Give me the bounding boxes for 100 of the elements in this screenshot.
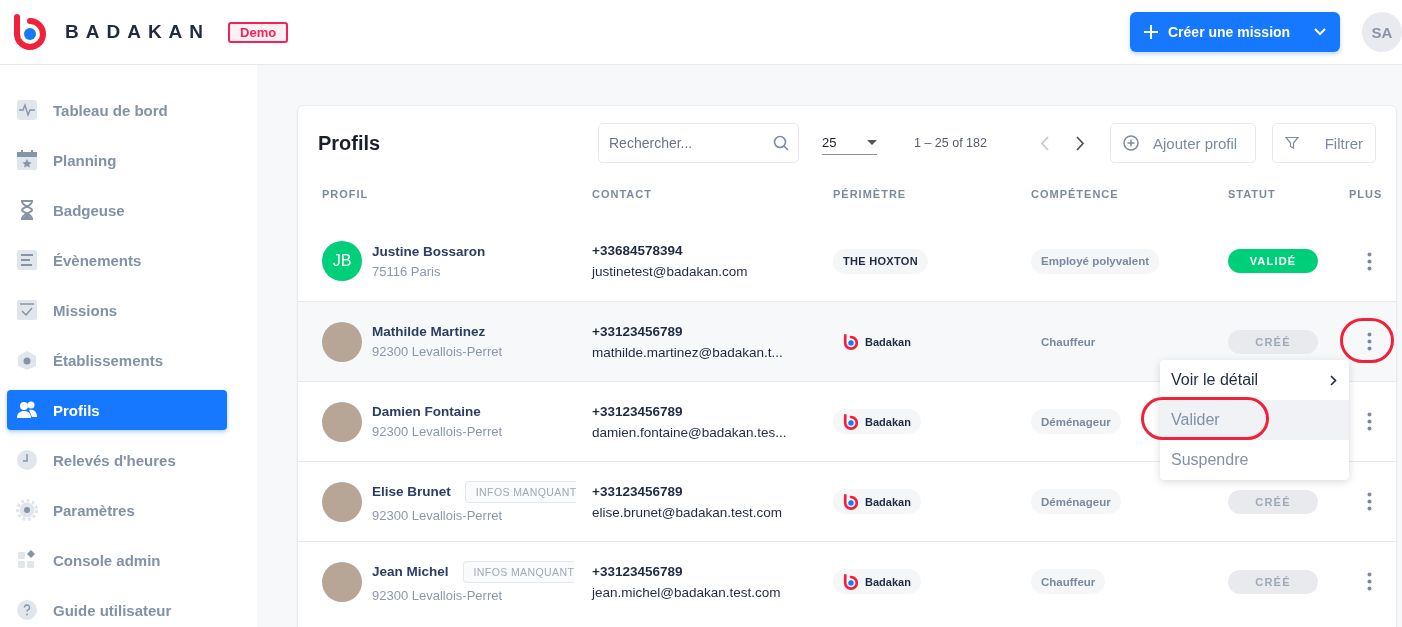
- avatar-initials: JB: [322, 241, 362, 281]
- skill-label: Employé polyvalent: [1031, 248, 1159, 274]
- column-header: PROFIL: [322, 188, 370, 200]
- profile-location: 92300 Levallois-Perret: [372, 587, 504, 603]
- list-icon: [16, 249, 38, 271]
- more-vertical-icon: [1367, 572, 1372, 591]
- column-header: STATUT: [1228, 188, 1277, 200]
- chevron-right-icon: [1075, 135, 1085, 151]
- column-header: CONTACT: [592, 188, 653, 200]
- pagination-range: 1 – 25 of 182: [914, 136, 988, 150]
- plus-icon: [1144, 25, 1158, 39]
- phone-number: +33684578394: [592, 243, 684, 258]
- column-header: COMPÉTENCE: [1031, 188, 1120, 200]
- user-avatar[interactable]: SA: [1362, 12, 1402, 52]
- create-mission-button[interactable]: Créer une mission: [1130, 12, 1340, 52]
- sidebar-item[interactable]: Guide utilisateur: [7, 590, 227, 627]
- sidebar-item[interactable]: Planning: [7, 140, 227, 180]
- more-vertical-icon: [1367, 332, 1372, 351]
- logo-icon: [843, 333, 859, 350]
- perimeter-label: Badakan: [865, 495, 911, 508]
- perimeter-label: THE HOXTON: [833, 248, 928, 274]
- sidebar-item[interactable]: Paramètres: [7, 490, 227, 530]
- profile-name: Damien Fontaine: [372, 404, 481, 419]
- table-row[interactable]: JB Justine Bossaron 75116 Paris +33684578394 justinetest@badakan.com THE HOXTON Employé polyvalent VALIDÉ: [298, 221, 1396, 301]
- page-title: Profils: [318, 131, 382, 155]
- search-field[interactable]: Rechercher...: [598, 123, 799, 163]
- perimeter-label: Badakan: [865, 575, 911, 588]
- hexagon-icon: [16, 349, 38, 371]
- profile-name: Mathilde Martinez: [372, 324, 486, 339]
- sidebar-item[interactable]: Missions: [7, 290, 227, 330]
- skill-label: Déménageur: [1031, 409, 1121, 434]
- gear-icon: [16, 499, 38, 521]
- more-vertical-icon: [1367, 492, 1372, 511]
- email-address: damien.fontaine@badakan.tes...: [592, 424, 788, 440]
- email-address: jean.michel@badakan.test.com: [592, 584, 782, 600]
- status-badge: CRÉÉ: [1228, 569, 1318, 594]
- phone-number: +33123456789: [592, 323, 684, 339]
- add-profile-button[interactable]: Ajouter profil: [1110, 123, 1256, 163]
- page-size-select[interactable]: 25: [822, 131, 877, 155]
- column-header: PÉRIMÈTRE: [833, 188, 908, 200]
- phone-number: +33123456789: [592, 483, 684, 499]
- checklist-icon: [16, 299, 38, 321]
- brand-name: BADAKAN: [65, 21, 211, 43]
- sidebar-item[interactable]: Évènements: [7, 240, 227, 280]
- profile-location: 92300 Levallois-Perret: [372, 344, 503, 359]
- skill-label: Chauffeur: [1031, 569, 1106, 594]
- filter-button[interactable]: Filtrer: [1272, 123, 1376, 163]
- more-vertical-icon: [1367, 412, 1372, 431]
- pulse-icon: [16, 99, 38, 121]
- chevron-down-icon: [1314, 28, 1326, 36]
- sidebar-item[interactable]: Établissements: [7, 340, 227, 380]
- phone-number: +33123456789: [592, 563, 684, 579]
- help-icon: [16, 599, 38, 621]
- people-icon: [16, 399, 38, 421]
- logo-icon: [12, 14, 48, 50]
- menu-item[interactable]: Valider: [1160, 400, 1349, 440]
- more-vertical-icon: [1367, 251, 1372, 271]
- avatar-photo: [322, 321, 362, 362]
- logo-icon: [843, 493, 859, 510]
- profile-name: Elise Brunet: [372, 484, 451, 499]
- demo-badge: Demo: [228, 21, 289, 43]
- profile-location: 75116 Paris: [372, 263, 442, 279]
- status-badge: CRÉÉ: [1228, 489, 1318, 514]
- clock-icon: [16, 449, 38, 471]
- avatar-photo: [322, 561, 362, 602]
- column-header: PLUS: [1349, 188, 1384, 200]
- filter-icon: [1285, 136, 1299, 150]
- sidebar-item[interactable]: Relevés d'heures: [7, 440, 227, 480]
- logo-icon: [843, 573, 859, 590]
- skill-label: Chauffeur: [1040, 334, 1097, 350]
- chevron-left-icon: [1039, 135, 1049, 151]
- missing-info-tag: INFOS MANQUANT: [464, 480, 577, 503]
- logo-icon: [843, 413, 859, 430]
- email-address: mathilde.martinez@badakan.t...: [592, 344, 784, 360]
- skill-label: Déménageur: [1031, 489, 1121, 514]
- caret-icon: [867, 140, 877, 145]
- phone-number: +33123456789: [592, 403, 684, 419]
- grid-icon: [16, 549, 38, 571]
- email-address: justinetest@badakan.com: [592, 264, 749, 279]
- status-badge: VALIDÉ: [1228, 249, 1318, 273]
- avatar-photo: [322, 481, 362, 522]
- profile-name: Jean Michel: [372, 564, 449, 579]
- status-badge: CRÉÉ: [1228, 329, 1318, 354]
- profile-location: 92300 Levallois-Perret: [372, 507, 504, 523]
- calendar-icon: [16, 149, 38, 171]
- profile-name: Justine Bossaron: [372, 243, 486, 259]
- plus-circle-icon: [1123, 135, 1139, 151]
- perimeter-label: Badakan: [865, 335, 911, 348]
- avatar-photo: [322, 401, 362, 442]
- email-address: elise.brunet@badakan.test.com: [592, 504, 784, 520]
- perimeter-label: Badakan: [865, 415, 911, 428]
- missing-info-tag: INFOS MANQUANT: [462, 560, 575, 583]
- sidebar-item[interactable]: Badgeuse: [7, 190, 227, 230]
- sidebar-item[interactable]: Tableau de bord: [7, 90, 227, 130]
- chevron-right-icon: [1330, 374, 1337, 386]
- table-row[interactable]: Jean Michel INFOS MANQUANT 92300 Levallois-Perret +33123456789 jean.michel@badakan.test.com Badakan Chauffeur CRÉÉ: [298, 541, 1396, 621]
- search-icon: [773, 135, 789, 151]
- sidebar-item[interactable]: Console admin: [7, 540, 227, 580]
- sidebar-item[interactable]: Profils: [7, 390, 227, 430]
- profile-location: 92300 Levallois-Perret: [372, 424, 503, 439]
